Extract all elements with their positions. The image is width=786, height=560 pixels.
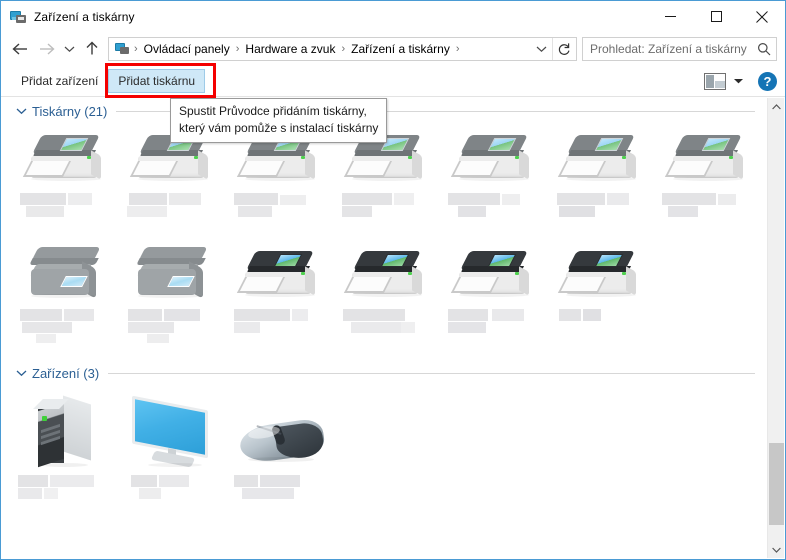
list-item[interactable] bbox=[549, 239, 656, 347]
breadcrumb-root-icon bbox=[115, 42, 131, 56]
item-label-redacted bbox=[125, 473, 225, 513]
list-item[interactable] bbox=[335, 239, 442, 347]
printer-laser-dark-icon bbox=[446, 241, 546, 303]
tooltip-line-2: který vám pomůže s instalací tiskárny bbox=[179, 121, 379, 135]
refresh-icon[interactable] bbox=[552, 37, 574, 60]
item-label-redacted bbox=[17, 473, 118, 513]
devices-group-label: Zařízení (3) bbox=[32, 365, 100, 381]
item-label-redacted bbox=[125, 307, 225, 347]
printer-laser-dark-icon bbox=[553, 241, 653, 303]
printer-laser-light-icon bbox=[18, 125, 118, 187]
devices-printers-icon bbox=[10, 9, 26, 25]
list-item[interactable] bbox=[14, 239, 121, 347]
breadcrumb-item-devices-printers[interactable]: Zařízení a tiskárny bbox=[346, 42, 455, 56]
tooltip: Spustit Průvodce přidáním tiskárny, kter… bbox=[170, 98, 388, 143]
address-dropdown-icon[interactable] bbox=[530, 38, 552, 60]
printers-row-2 bbox=[6, 239, 767, 347]
item-label-redacted bbox=[446, 191, 546, 231]
monitor-icon bbox=[125, 393, 225, 469]
printer-laser-dark-icon bbox=[339, 241, 439, 303]
chevron-down-icon[interactable] bbox=[728, 77, 748, 85]
maximize-button[interactable] bbox=[693, 1, 739, 32]
list-item[interactable] bbox=[14, 123, 121, 231]
chevron-down-icon[interactable] bbox=[16, 369, 27, 377]
item-label-redacted bbox=[232, 191, 332, 231]
forward-arrow-icon[interactable] bbox=[33, 36, 59, 62]
list-item[interactable] bbox=[121, 391, 228, 513]
item-label-redacted bbox=[553, 191, 653, 231]
list-item[interactable] bbox=[228, 239, 335, 347]
chevron-down-icon[interactable] bbox=[16, 107, 27, 115]
close-button[interactable] bbox=[739, 1, 785, 32]
list-item[interactable] bbox=[656, 123, 763, 231]
list-item[interactable] bbox=[121, 239, 228, 347]
breadcrumb-item-control-panel[interactable]: Ovládací panely bbox=[139, 42, 235, 56]
search-box[interactable]: Prohledat: Zařízení a tiskárny bbox=[582, 36, 777, 61]
up-arrow-icon[interactable] bbox=[79, 36, 105, 62]
printer-laser-dark-icon bbox=[232, 241, 332, 303]
address-input[interactable]: › Ovládací panely › Hardware a zvuk › Za… bbox=[108, 36, 577, 61]
devices-group-header[interactable]: Zařízení (3) bbox=[6, 361, 767, 385]
item-label-redacted bbox=[660, 191, 760, 231]
breadcrumb-separator: › bbox=[455, 42, 460, 55]
search-icon bbox=[752, 42, 776, 56]
item-label-redacted bbox=[553, 307, 653, 347]
back-arrow-icon[interactable] bbox=[7, 36, 33, 62]
printer-laser-light-icon bbox=[446, 125, 546, 187]
item-label-redacted bbox=[125, 191, 225, 231]
list-item[interactable] bbox=[549, 123, 656, 231]
list-item[interactable] bbox=[228, 391, 335, 513]
vertical-scrollbar[interactable] bbox=[767, 98, 784, 558]
items-scroll-area: Tiskárny (21) Zařízení (3) bbox=[2, 98, 767, 558]
add-printer-button[interactable]: Přidat tiskárnu bbox=[108, 68, 206, 93]
printer-multifunction-icon bbox=[18, 241, 118, 303]
printer-laser-light-icon bbox=[660, 125, 760, 187]
printer-laser-light-icon bbox=[553, 125, 653, 187]
group-divider bbox=[108, 372, 755, 374]
toolbar-right-group: ? bbox=[704, 65, 777, 97]
item-label-redacted bbox=[18, 191, 118, 231]
title-bar[interactable]: Zařízení a tiskárny bbox=[1, 1, 785, 32]
search-input[interactable]: Prohledat: Zařízení a tiskárny bbox=[583, 42, 752, 56]
devices-and-printers-window: Zařízení a tiskárny › Ovládací panely › … bbox=[0, 0, 786, 560]
preview-pane-icon[interactable] bbox=[704, 72, 726, 90]
recent-locations-chevron-icon[interactable] bbox=[59, 36, 79, 62]
item-label-redacted bbox=[232, 473, 332, 513]
printer-multifunction-icon bbox=[125, 241, 225, 303]
desktop-computer-icon bbox=[18, 393, 118, 469]
window-controls bbox=[647, 1, 785, 32]
minimize-button[interactable] bbox=[647, 1, 693, 32]
item-label-redacted bbox=[339, 191, 439, 231]
add-device-button[interactable]: Přidat zařízení bbox=[11, 69, 108, 93]
breadcrumb-item-hardware-sound[interactable]: Hardware a zvuk bbox=[240, 42, 340, 56]
mouse-icon bbox=[232, 393, 332, 469]
list-item[interactable] bbox=[442, 239, 549, 347]
address-bar: › Ovládací panely › Hardware a zvuk › Za… bbox=[1, 32, 785, 65]
window-title: Zařízení a tiskárny bbox=[34, 9, 135, 24]
scroll-down-icon[interactable] bbox=[768, 541, 784, 558]
command-toolbar: Přidat zařízení Přidat tiskárnu ? bbox=[1, 65, 785, 97]
item-label-redacted bbox=[232, 307, 332, 347]
help-button[interactable]: ? bbox=[758, 71, 777, 91]
items-view: Tiskárny (21) Zařízení (3) bbox=[2, 98, 784, 558]
item-label-redacted bbox=[446, 307, 546, 347]
item-label-redacted bbox=[18, 307, 118, 347]
printers-group-label: Tiskárny (21) bbox=[32, 103, 108, 119]
scroll-thumb[interactable] bbox=[769, 443, 784, 525]
item-label-redacted bbox=[339, 307, 439, 347]
scroll-up-icon[interactable] bbox=[768, 98, 784, 115]
list-item[interactable] bbox=[14, 391, 121, 513]
tooltip-line-1: Spustit Průvodce přidáním tiskárny, bbox=[179, 104, 367, 118]
list-item[interactable] bbox=[442, 123, 549, 231]
devices-row-1 bbox=[6, 391, 767, 513]
